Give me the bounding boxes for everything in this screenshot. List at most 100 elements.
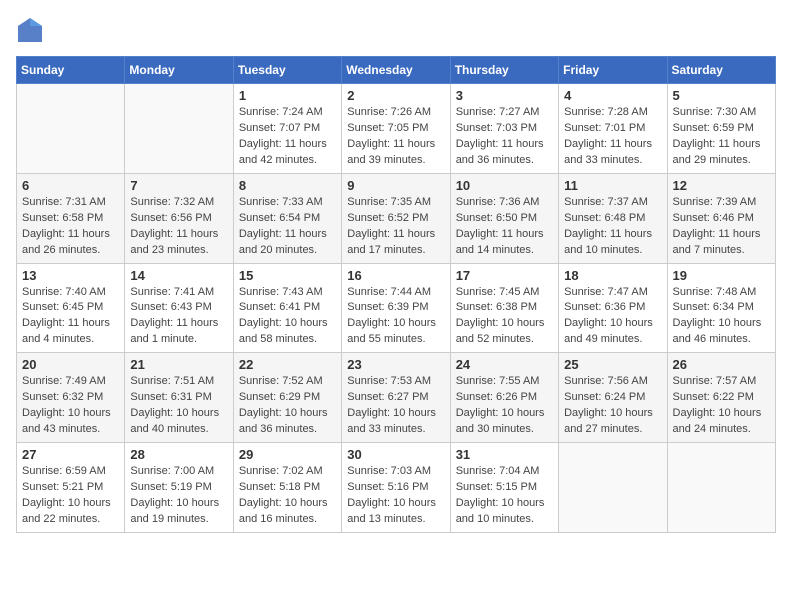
- page-header: [16, 16, 776, 44]
- day-number: 8: [239, 178, 336, 193]
- calendar-cell: 28 Sunrise: 7:00 AMSunset: 5:19 PMDayligh…: [125, 443, 233, 533]
- day-info: Sunrise: 7:37 AMSunset: 6:48 PMDaylight:…: [564, 195, 661, 259]
- calendar-cell: 15Sunrise: 7:43 AMSunset: 6:41 PMDayligh…: [233, 263, 341, 353]
- calendar-cell: 24 Sunrise: 7:55 AMSunset: 6:26 PMDayligh…: [450, 353, 558, 443]
- day-info: Sunrise: 7:44 AMSunset: 6:39 PMDaylight:…: [347, 285, 444, 349]
- day-info: Sunrise: 7:39 AMSunset: 6:46 PMDaylight:…: [673, 195, 770, 259]
- day-info: Sunrise: 7:49 AMSunset: 6:32 PMDaylight:…: [22, 374, 119, 438]
- weekday-header: Tuesday: [233, 57, 341, 84]
- day-info: Sunrise: 7:04 AMSunset: 5:15 PMDaylight:…: [456, 464, 553, 528]
- calendar-week-row: 27Sunrise: 6:59 AMSunset: 5:21 PMDayligh…: [17, 443, 776, 533]
- day-number: 25: [564, 357, 661, 372]
- calendar-week-row: 6Sunrise: 7:31 AMSunset: 6:58 PMDaylight…: [17, 173, 776, 263]
- day-info: Sunrise: 7:57 AMSunset: 6:22 PMDaylight:…: [673, 374, 770, 438]
- calendar-cell: 26 Sunrise: 7:57 AMSunset: 6:22 PMDayligh…: [667, 353, 775, 443]
- calendar-cell: 31 Sunrise: 7:04 AMSunset: 5:15 PMDayligh…: [450, 443, 558, 533]
- weekday-header: Friday: [559, 57, 667, 84]
- day-number: 30: [347, 447, 444, 462]
- calendar-cell: 5 Sunrise: 7:30 AMSunset: 6:59 PMDaylight…: [667, 84, 775, 174]
- day-number: 3: [456, 88, 553, 103]
- calendar-cell: 16 Sunrise: 7:44 AMSunset: 6:39 PMDayligh…: [342, 263, 450, 353]
- calendar-cell: 12 Sunrise: 7:39 AMSunset: 6:46 PMDayligh…: [667, 173, 775, 263]
- calendar-cell: 7 Sunrise: 7:32 AMSunset: 6:56 PMDaylight…: [125, 173, 233, 263]
- calendar-cell: [17, 84, 125, 174]
- day-number: 9: [347, 178, 444, 193]
- calendar-cell: 22 Sunrise: 7:52 AMSunset: 6:29 PMDayligh…: [233, 353, 341, 443]
- day-info: Sunrise: 7:27 AMSunset: 7:03 PMDaylight:…: [456, 105, 553, 169]
- weekday-header: Sunday: [17, 57, 125, 84]
- day-number: 21: [130, 357, 227, 372]
- calendar-cell: 10Sunrise: 7:36 AMSunset: 6:50 PMDayligh…: [450, 173, 558, 263]
- weekday-header: Wednesday: [342, 57, 450, 84]
- calendar-cell: 17 Sunrise: 7:45 AMSunset: 6:38 PMDayligh…: [450, 263, 558, 353]
- logo-icon: [16, 16, 44, 44]
- day-info: Sunrise: 7:53 AMSunset: 6:27 PMDaylight:…: [347, 374, 444, 438]
- day-number: 29: [239, 447, 336, 462]
- day-number: 7: [130, 178, 227, 193]
- day-info: Sunrise: 7:40 AMSunset: 6:45 PMDaylight:…: [22, 285, 119, 349]
- day-number: 4: [564, 88, 661, 103]
- day-info: Sunrise: 7:33 AMSunset: 6:54 PMDaylight:…: [239, 195, 336, 259]
- logo: [16, 16, 48, 44]
- day-info: Sunrise: 7:28 AMSunset: 7:01 PMDaylight:…: [564, 105, 661, 169]
- calendar-week-row: 13Sunrise: 7:40 AMSunset: 6:45 PMDayligh…: [17, 263, 776, 353]
- day-number: 5: [673, 88, 770, 103]
- day-info: Sunrise: 7:52 AMSunset: 6:29 PMDaylight:…: [239, 374, 336, 438]
- day-number: 19: [673, 268, 770, 283]
- day-info: Sunrise: 7:47 AMSunset: 6:36 PMDaylight:…: [564, 285, 661, 349]
- calendar-table: SundayMondayTuesdayWednesdayThursdayFrid…: [16, 56, 776, 533]
- day-number: 26: [673, 357, 770, 372]
- day-number: 12: [673, 178, 770, 193]
- day-number: 2: [347, 88, 444, 103]
- calendar-cell: 3 Sunrise: 7:27 AMSunset: 7:03 PMDaylight…: [450, 84, 558, 174]
- day-number: 20: [22, 357, 119, 372]
- calendar-cell: 8 Sunrise: 7:33 AMSunset: 6:54 PMDaylight…: [233, 173, 341, 263]
- day-number: 31: [456, 447, 553, 462]
- weekday-header: Saturday: [667, 57, 775, 84]
- day-info: Sunrise: 7:00 AMSunset: 5:19 PMDaylight:…: [130, 464, 227, 528]
- calendar-week-row: 1 Sunrise: 7:24 AMSunset: 7:07 PMDaylight…: [17, 84, 776, 174]
- day-number: 17: [456, 268, 553, 283]
- calendar-cell: 14 Sunrise: 7:41 AMSunset: 6:43 PMDayligh…: [125, 263, 233, 353]
- weekday-header: Monday: [125, 57, 233, 84]
- day-info: Sunrise: 7:24 AMSunset: 7:07 PMDaylight:…: [239, 105, 336, 169]
- day-info: Sunrise: 7:51 AMSunset: 6:31 PMDaylight:…: [130, 374, 227, 438]
- day-number: 23: [347, 357, 444, 372]
- day-number: 10: [456, 178, 553, 193]
- day-info: Sunrise: 7:48 AMSunset: 6:34 PMDaylight:…: [673, 285, 770, 349]
- day-number: 14: [130, 268, 227, 283]
- calendar-cell: 4 Sunrise: 7:28 AMSunset: 7:01 PMDaylight…: [559, 84, 667, 174]
- calendar-cell: [667, 443, 775, 533]
- day-info: Sunrise: 7:55 AMSunset: 6:26 PMDaylight:…: [456, 374, 553, 438]
- calendar-cell: 2Sunrise: 7:26 AMSunset: 7:05 PMDaylight…: [342, 84, 450, 174]
- calendar-cell: 9 Sunrise: 7:35 AMSunset: 6:52 PMDaylight…: [342, 173, 450, 263]
- calendar-cell: 25 Sunrise: 7:56 AMSunset: 6:24 PMDayligh…: [559, 353, 667, 443]
- calendar-cell: 1 Sunrise: 7:24 AMSunset: 7:07 PMDaylight…: [233, 84, 341, 174]
- calendar-cell: 20 Sunrise: 7:49 AMSunset: 6:32 PMDayligh…: [17, 353, 125, 443]
- calendar-cell: 19 Sunrise: 7:48 AMSunset: 6:34 PMDayligh…: [667, 263, 775, 353]
- day-info: Sunrise: 7:35 AMSunset: 6:52 PMDaylight:…: [347, 195, 444, 259]
- calendar-cell: 18 Sunrise: 7:47 AMSunset: 6:36 PMDayligh…: [559, 263, 667, 353]
- day-info: Sunrise: 7:02 AMSunset: 5:18 PMDaylight:…: [239, 464, 336, 528]
- day-info: Sunrise: 7:03 AMSunset: 5:16 PMDaylight:…: [347, 464, 444, 528]
- day-number: 11: [564, 178, 661, 193]
- day-number: 28: [130, 447, 227, 462]
- day-info: Sunrise: 7:41 AMSunset: 6:43 PMDaylight:…: [130, 285, 227, 349]
- weekday-header: Thursday: [450, 57, 558, 84]
- day-number: 24: [456, 357, 553, 372]
- day-info: Sunrise: 7:56 AMSunset: 6:24 PMDaylight:…: [564, 374, 661, 438]
- day-number: 22: [239, 357, 336, 372]
- day-info: Sunrise: 7:43 AMSunset: 6:41 PMDaylight:…: [239, 285, 336, 349]
- weekday-header-row: SundayMondayTuesdayWednesdayThursdayFrid…: [17, 57, 776, 84]
- calendar-cell: [559, 443, 667, 533]
- day-info: Sunrise: 7:45 AMSunset: 6:38 PMDaylight:…: [456, 285, 553, 349]
- calendar-cell: 30 Sunrise: 7:03 AMSunset: 5:16 PMDayligh…: [342, 443, 450, 533]
- calendar-cell: 23 Sunrise: 7:53 AMSunset: 6:27 PMDayligh…: [342, 353, 450, 443]
- day-number: 1: [239, 88, 336, 103]
- calendar-cell: 21 Sunrise: 7:51 AMSunset: 6:31 PMDayligh…: [125, 353, 233, 443]
- day-number: 18: [564, 268, 661, 283]
- day-number: 16: [347, 268, 444, 283]
- day-info: Sunrise: 7:30 AMSunset: 6:59 PMDaylight:…: [673, 105, 770, 169]
- day-info: Sunrise: 7:32 AMSunset: 6:56 PMDaylight:…: [130, 195, 227, 259]
- calendar-cell: 6Sunrise: 7:31 AMSunset: 6:58 PMDaylight…: [17, 173, 125, 263]
